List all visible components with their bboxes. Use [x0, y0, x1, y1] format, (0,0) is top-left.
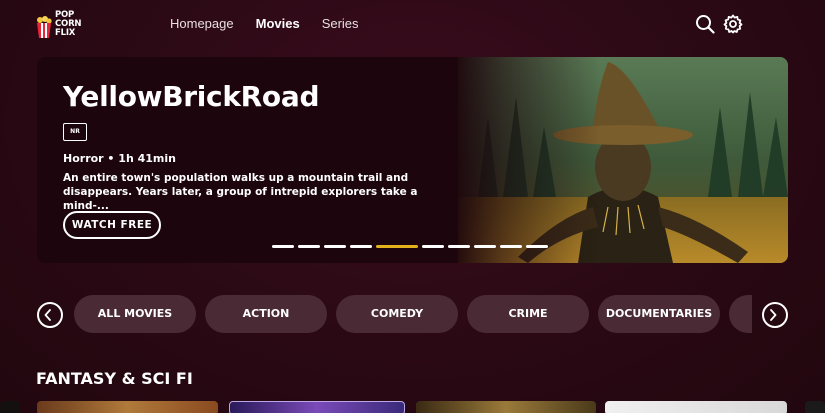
- carousel-dot[interactable]: [422, 245, 444, 248]
- movie-thumbnail[interactable]: [416, 401, 596, 413]
- carousel-dot[interactable]: [448, 245, 470, 248]
- gear-icon[interactable]: [723, 14, 743, 34]
- logo-wordmark: POP CORN FLIX: [55, 11, 91, 38]
- main-nav: Homepage Movies Series: [170, 16, 359, 31]
- movie-thumbnail[interactable]: [229, 401, 405, 413]
- section-title: FANTASY & SCI FI: [36, 369, 193, 388]
- hero-meta: Horror • 1h 41min: [63, 152, 176, 165]
- category-pill-next[interactable]: [729, 295, 752, 333]
- carousel-dot[interactable]: [350, 245, 372, 248]
- top-nav-bar: POP CORN FLIX Homepage Movies Series: [0, 0, 825, 50]
- rating-badge: NR: [63, 123, 87, 141]
- category-pills: ALL MOVIES ACTION COMEDY CRIME DOCUMENTA…: [74, 294, 752, 336]
- carousel-dot[interactable]: [526, 245, 548, 248]
- movie-thumbnail-row: [0, 399, 825, 413]
- movie-thumbnail[interactable]: [37, 401, 218, 413]
- header-actions: [695, 14, 743, 34]
- hero-banner[interactable]: YellowBrickRoad NR Horror • 1h 41min An …: [37, 57, 788, 263]
- nav-homepage[interactable]: Homepage: [170, 16, 234, 31]
- category-pill-action[interactable]: ACTION: [205, 295, 327, 333]
- chevron-left-icon[interactable]: [37, 302, 63, 328]
- movie-thumbnail[interactable]: [0, 401, 20, 413]
- nav-movies[interactable]: Movies: [256, 16, 300, 31]
- hero-title: YellowBrickRoad: [63, 80, 320, 113]
- carousel-dot[interactable]: [474, 245, 496, 248]
- category-pill-comedy[interactable]: COMEDY: [336, 295, 458, 333]
- movie-thumbnail[interactable]: [805, 401, 825, 413]
- carousel-dot[interactable]: [272, 245, 294, 248]
- carousel-dot[interactable]: [298, 245, 320, 248]
- category-carousel: ALL MOVIES ACTION COMEDY CRIME DOCUMENTA…: [0, 294, 825, 336]
- category-pill-crime[interactable]: CRIME: [467, 295, 589, 333]
- chevron-right-icon[interactable]: [762, 302, 788, 328]
- carousel-dot[interactable]: [500, 245, 522, 248]
- logo-line: FLIX: [55, 28, 76, 38]
- hero-description: An entire town's population walks up a m…: [63, 172, 418, 212]
- watch-free-button[interactable]: WATCH FREE: [63, 211, 161, 239]
- nav-series[interactable]: Series: [322, 16, 359, 31]
- carousel-indicators: [272, 245, 548, 248]
- popcorn-bucket-icon: [37, 16, 52, 38]
- search-icon[interactable]: [695, 14, 715, 34]
- category-pill-all-movies[interactable]: ALL MOVIES: [74, 295, 196, 333]
- movie-thumbnail[interactable]: [605, 401, 787, 413]
- carousel-dot[interactable]: [376, 245, 418, 248]
- carousel-dot[interactable]: [324, 245, 346, 248]
- page: POP CORN FLIX Homepage Movies Series Yel…: [0, 0, 825, 413]
- popcornflix-logo[interactable]: POP CORN FLIX: [36, 10, 92, 40]
- category-pill-documentaries[interactable]: DOCUMENTARIES: [598, 295, 720, 333]
